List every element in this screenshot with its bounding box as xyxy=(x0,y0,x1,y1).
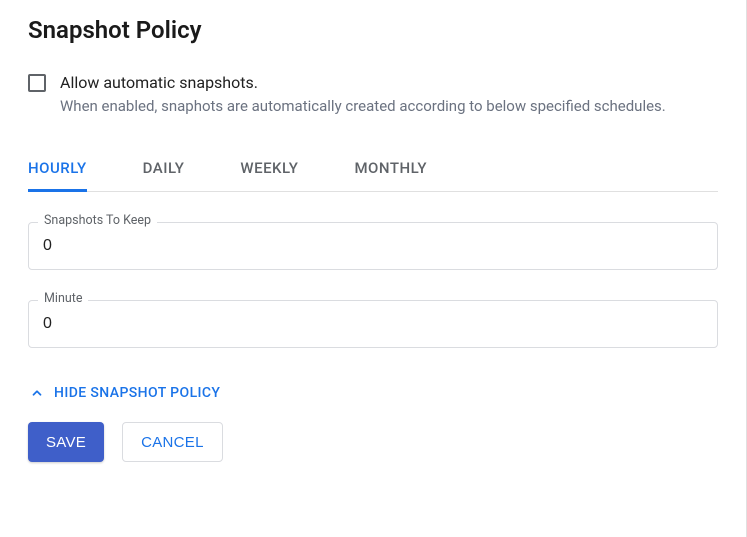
chevron-up-icon xyxy=(28,384,46,402)
cancel-button[interactable]: CANCEL xyxy=(122,422,223,462)
schedule-tabs: HOURLY DAILY WEEKLY MONTHLY xyxy=(28,145,718,192)
page-title: Snapshot Policy xyxy=(28,16,718,44)
tab-daily[interactable]: DAILY xyxy=(143,145,185,192)
snapshots-to-keep-field: Snapshots To Keep xyxy=(28,222,718,270)
minute-input[interactable] xyxy=(28,300,718,348)
tab-weekly[interactable]: WEEKLY xyxy=(240,145,298,192)
hide-snapshot-policy-label: HIDE SNAPSHOT POLICY xyxy=(54,385,220,401)
snapshots-to-keep-label: Snapshots To Keep xyxy=(38,213,157,228)
action-buttons: SAVE CANCEL xyxy=(28,422,718,462)
allow-automatic-description: When enabled, snaphots are automatically… xyxy=(60,96,666,117)
snapshots-to-keep-input[interactable] xyxy=(28,222,718,270)
hide-snapshot-policy-toggle[interactable]: HIDE SNAPSHOT POLICY xyxy=(28,384,220,402)
allow-automatic-row: Allow automatic snapshots. When enabled,… xyxy=(28,72,718,117)
tab-hourly[interactable]: HOURLY xyxy=(28,145,87,192)
minute-field: Minute xyxy=(28,300,718,348)
minute-label: Minute xyxy=(38,291,88,306)
tab-monthly[interactable]: MONTHLY xyxy=(354,145,427,192)
allow-automatic-label: Allow automatic snapshots. xyxy=(60,72,666,94)
allow-automatic-text: Allow automatic snapshots. When enabled,… xyxy=(60,72,666,117)
snapshot-policy-panel: Snapshot Policy Allow automatic snapshot… xyxy=(0,0,747,537)
allow-automatic-checkbox[interactable] xyxy=(28,74,46,92)
save-button[interactable]: SAVE xyxy=(28,422,104,462)
